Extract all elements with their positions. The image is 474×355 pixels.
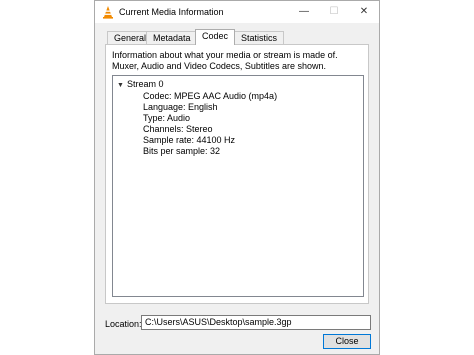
tab-statistics[interactable]: Statistics: [234, 31, 285, 44]
codec-tree[interactable]: ▼ Stream 0 Codec: MPEG AAC Audio (mp4a) L…: [112, 75, 364, 297]
codec-detail-language: Language: English: [143, 102, 218, 112]
close-button[interactable]: Close: [323, 334, 371, 349]
location-label: Location:: [105, 319, 142, 329]
location-field[interactable]: C:\Users\ASUS\Desktop\sample.3gp: [141, 315, 371, 330]
stream-label: Stream 0: [127, 79, 164, 89]
codec-detail-type: Type: Audio: [143, 113, 191, 123]
vlc-cone-icon: [101, 5, 115, 19]
codec-detail-bits-per-sample: Bits per sample: 32: [143, 146, 221, 156]
title-bar[interactable]: Current Media Information — ☐ ✕: [95, 1, 379, 23]
chevron-down-icon[interactable]: ▼: [117, 80, 127, 91]
stream-node[interactable]: ▼ Stream 0: [117, 79, 164, 90]
codec-description: Information about what your media or str…: [112, 50, 338, 71]
tab-metadata[interactable]: Metadata: [146, 31, 198, 44]
codec-detail-codec: Codec: MPEG AAC Audio (mp4a): [143, 91, 278, 101]
tab-codec[interactable]: Codec: [195, 29, 236, 45]
codec-detail-sample-rate: Sample rate: 44100 Hz: [143, 135, 236, 145]
maximize-button[interactable]: ☐: [319, 1, 349, 23]
close-window-button[interactable]: ✕: [349, 1, 379, 23]
codec-panel: Information about what your media or str…: [105, 44, 369, 304]
media-info-window: Current Media Information — ☐ ✕ General …: [94, 0, 380, 355]
window-title: Current Media Information: [119, 7, 224, 17]
codec-detail-channels: Channels: Stereo: [143, 124, 213, 134]
minimize-button[interactable]: —: [289, 1, 319, 23]
